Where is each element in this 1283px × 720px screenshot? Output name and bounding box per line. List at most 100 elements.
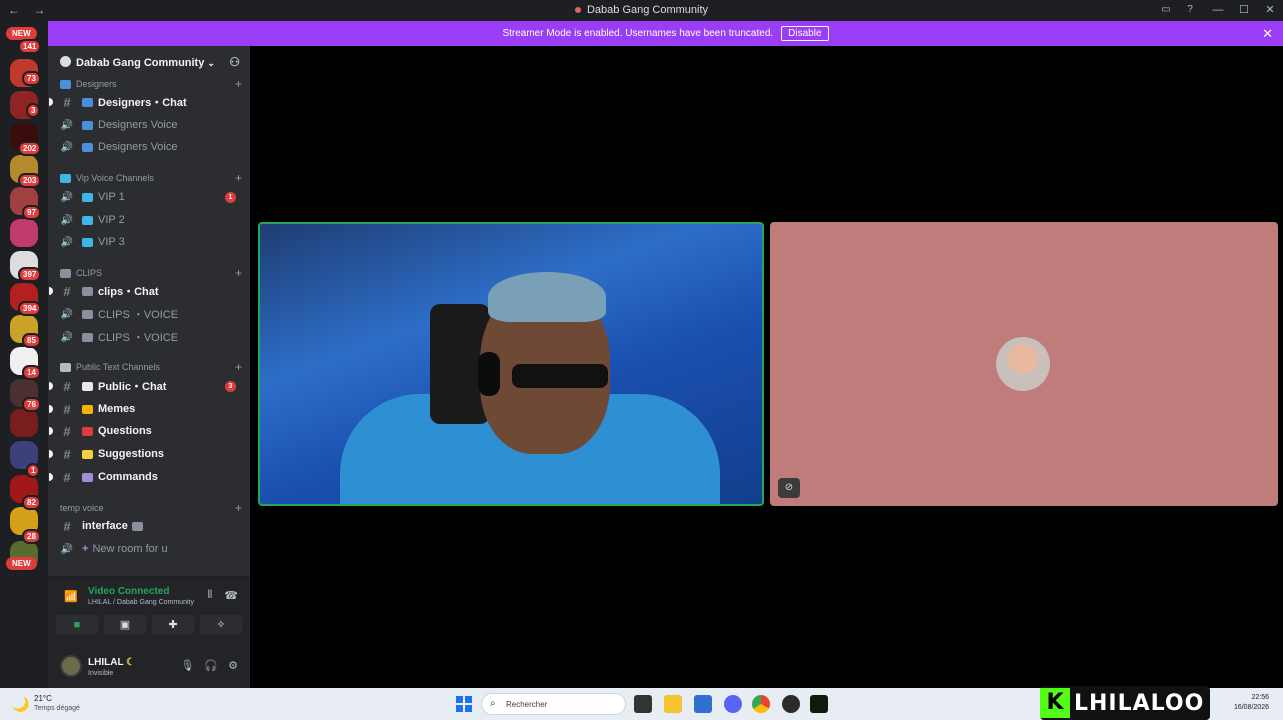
channel-suggestions[interactable]: # Suggestions [49,444,244,464]
channel-designers-voice-1[interactable]: 🔊 Designers Voice [58,115,244,135]
microphone-icon[interactable]: 🎙 [180,659,194,672]
server-list: NEW 141 73 3 202 203 97 397 394 85 14 76… [0,21,48,688]
clock-date: 16/08/2026 [1233,704,1269,711]
add-channel-icon[interactable]: + [235,266,242,280]
kick-logo-icon: K [1040,688,1070,718]
weather-condition[interactable]: Temps dégagé [34,705,80,712]
streamer-handle: LHILALOO [1074,690,1205,716]
voice-location[interactable]: LHILAL / Dabab Gang Community [88,599,194,606]
add-channel-icon[interactable]: + [235,171,242,185]
windows-start-icon[interactable] [456,696,472,712]
minimize-button[interactable]: — [1205,0,1231,21]
speaker-icon: 🔊 [60,543,74,555]
chrome-icon[interactable] [752,695,770,713]
screen-share-button[interactable]: ▣ [104,615,146,635]
close-window-button[interactable]: ✕ [1257,0,1283,21]
category-temp-voice[interactable]: temp voice + [60,501,242,515]
store-icon[interactable] [694,695,712,713]
category-public[interactable]: Public Text Channels + [60,360,242,374]
category-clips[interactable]: CLIPS + [60,266,242,280]
camera-tile[interactable] [258,222,764,506]
disable-streamer-mode-button[interactable]: Disable [781,26,829,41]
username-text: LHILAL [88,657,124,668]
maximize-button[interactable]: ☐ [1231,0,1257,21]
clapper-icon [82,332,93,342]
category-label: CLIPS [76,268,103,278]
channel-label: interface [82,520,128,532]
settings-gear-icon[interactable]: ⚙ [228,659,238,672]
channel-label: Public・Chat [98,381,167,393]
clapper-icon [82,286,93,296]
unread-badge: 3 [26,103,41,118]
add-channel-icon[interactable]: + [235,360,242,374]
clapper-icon [60,268,71,278]
gem-icon [60,173,71,183]
camera-button[interactable]: ■ [56,615,98,635]
system-clock[interactable]: 22:56 16/08/2026 [1234,693,1269,713]
help-icon[interactable]: ? [1183,3,1197,17]
channel-clips-chat[interactable]: # clips・Chat [49,281,244,301]
channel-new-room[interactable]: 🔊 + New room for u [58,539,244,559]
new-pill-bottom[interactable]: NEW [6,557,37,570]
muted-mic-icon: ⊘ [778,478,800,498]
add-channel-icon[interactable]: + [235,77,242,91]
add-member-icon[interactable]: ⚇ [229,55,240,69]
channel-vip-1[interactable]: 🔊 VIP 1 1 [58,187,244,207]
avatar[interactable] [60,655,82,677]
clapper-icon [131,521,143,531]
discord-icon[interactable] [724,695,742,713]
channel-designers-voice-2[interactable]: 🔊 Designers Voice [58,137,244,157]
disconnect-icon[interactable]: ☎ [224,589,238,602]
taskview-icon[interactable] [634,695,652,713]
plus-icon: + [82,543,89,555]
weather-moon-icon[interactable]: 🌙 [12,696,29,713]
user-status: Invisible [88,670,114,677]
unread-badge: 76 [22,397,41,412]
channel-interface[interactable]: # interface [58,516,244,536]
unread-badge: 1 [26,463,41,478]
username[interactable]: LHILAL ☾ [88,657,135,668]
noise-suppression-icon[interactable]: ⦀ [207,589,212,602]
channel-questions[interactable]: # Questions [49,421,244,441]
question-mark-icon [82,426,93,436]
channel-memes[interactable]: # Memes [49,399,244,419]
participant-tile[interactable]: ⊘ [770,222,1278,506]
laptop-icon [82,97,93,107]
file-explorer-icon[interactable] [664,695,682,713]
activities-button[interactable]: ✚ [152,615,194,635]
obs-icon[interactable] [782,695,800,713]
channel-clips-voice-2[interactable]: 🔊 CLIPS ・VOICE [58,327,244,347]
server-icon[interactable] [10,219,38,247]
server-dot-icon [574,7,581,13]
taskbar-search[interactable]: ⌕ Rechercher [481,693,626,715]
close-banner-icon[interactable]: ✕ [1262,26,1273,42]
weather-temp[interactable]: 21°C [34,694,52,703]
category-label: Public Text Channels [76,362,160,372]
inbox-icon[interactable]: ▭ [1159,3,1173,17]
server-header[interactable]: Dabab Gang Community ⌄ ⚇ [48,46,250,78]
kick-app-icon[interactable] [810,695,828,713]
server-icon[interactable] [10,409,38,437]
kick-watermark: K LHILALOO [1040,686,1211,720]
unread-badge: 85 [22,333,41,348]
text-channel-icon: # [63,518,71,534]
channel-clips-voice-1[interactable]: 🔊 CLIPS ・VOICE [58,304,244,324]
add-channel-icon[interactable]: + [235,501,242,515]
laughing-face-icon [82,404,93,414]
channel-public-chat[interactable]: # Public・Chat 3 [49,376,244,396]
speaker-icon: 🔊 [60,214,74,226]
category-vip[interactable]: Vip Voice Channels + [60,171,242,185]
category-designers[interactable]: Designers + [60,77,242,91]
speaker-icon: 🔊 [60,141,74,153]
channel-designers-chat[interactable]: # Designers・Chat [49,92,244,112]
unread-count-badge: 3 [225,380,236,392]
voice-status[interactable]: Video Connected [88,586,170,597]
channel-commands[interactable]: # Commands [49,467,244,487]
channel-vip-3[interactable]: 🔊 VIP 3 [58,232,244,252]
streamer-mode-banner: Streamer Mode is enabled. Usernames have… [48,21,1283,46]
channel-vip-2[interactable]: 🔊 VIP 2 [58,210,244,230]
headphones-icon[interactable]: 🎧 [204,659,218,672]
soundboard-button[interactable]: ✧ [200,615,242,635]
signal-icon[interactable]: 📶 [64,590,78,603]
camera-feed-shape [488,272,606,322]
